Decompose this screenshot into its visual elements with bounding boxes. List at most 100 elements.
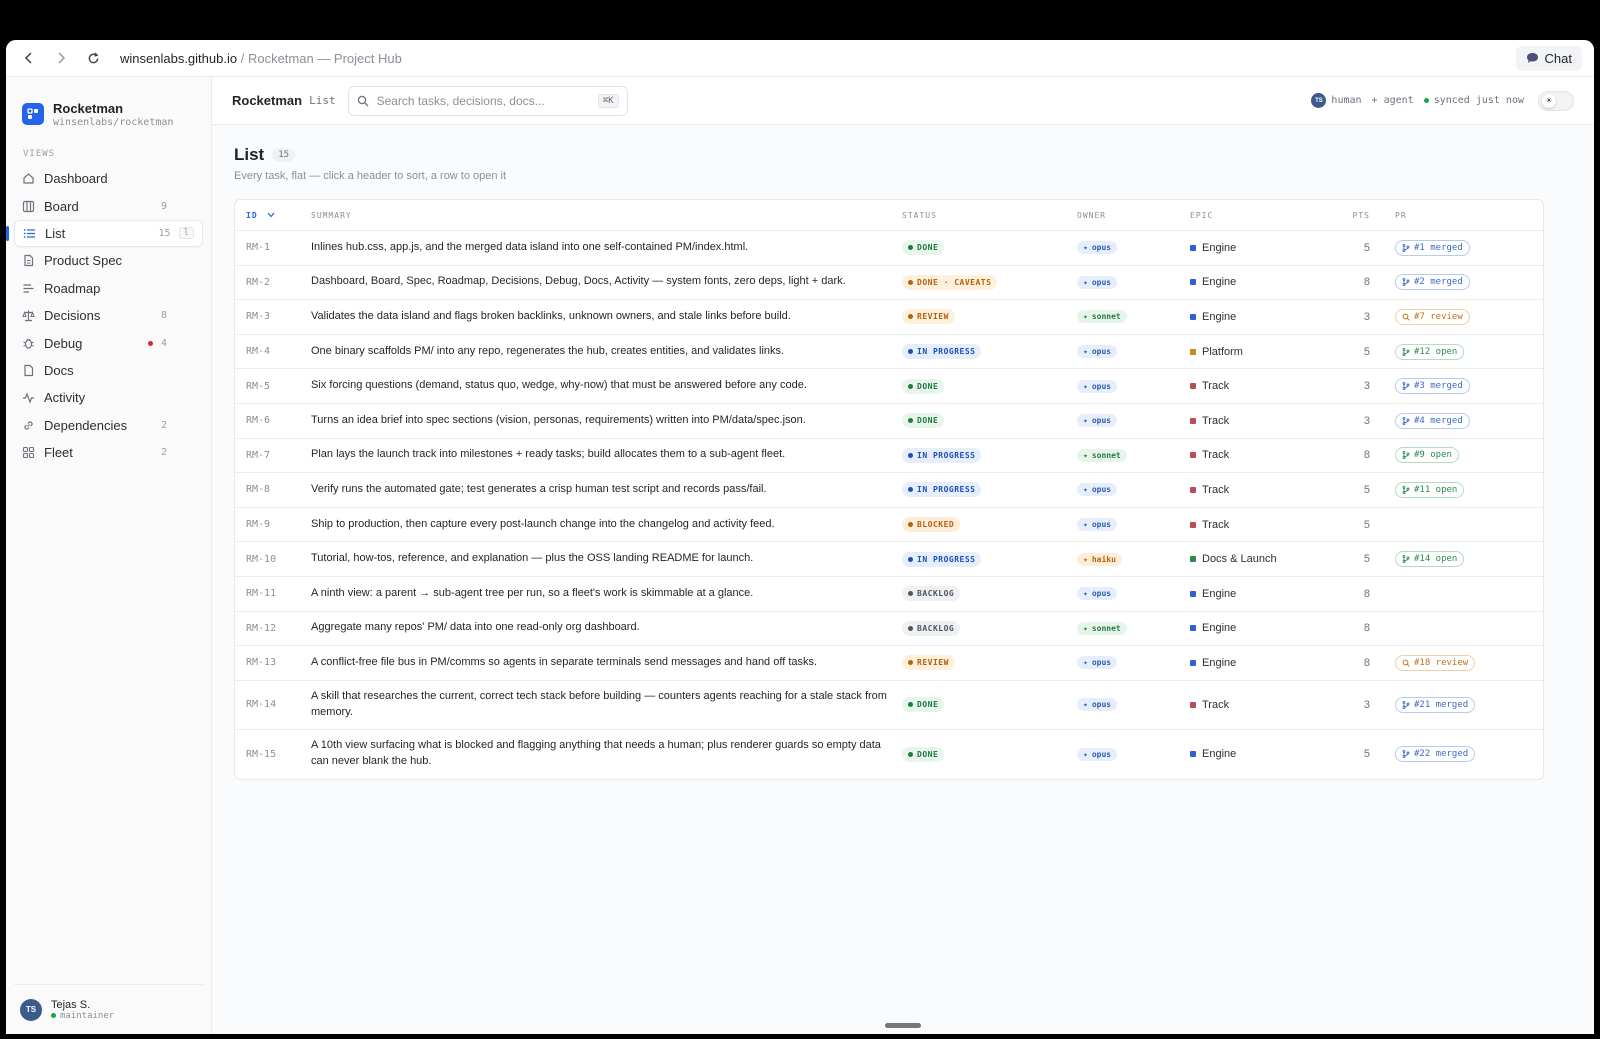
column-header-id[interactable]: ID	[235, 211, 311, 220]
sidebar-item-decisions[interactable]: Decisions 8	[14, 302, 203, 329]
status-badge: DONE	[902, 378, 945, 394]
search-box[interactable]: ⌘K	[347, 85, 628, 116]
table-row[interactable]: RM-6 Turns an idea brief into spec sectio…	[235, 404, 1543, 439]
sidebar-item-board[interactable]: Board 9	[14, 192, 203, 219]
user-profile[interactable]: TS Tejas S. maintainer	[14, 984, 203, 1034]
status-label: IN PROGRESS	[917, 450, 976, 460]
table-row[interactable]: RM-4 One binary scaffolds PM/ into any re…	[235, 335, 1543, 370]
breadcrumb-app[interactable]: Rocketman	[232, 93, 302, 108]
pr-badge[interactable]: #18 review	[1395, 654, 1476, 671]
task-id: RM-3	[246, 311, 271, 323]
epic-tag: Engine	[1190, 276, 1236, 288]
table-row[interactable]: RM-1 Inlines hub.css, app.js, and the mer…	[235, 231, 1543, 266]
sidebar-item-dashboard[interactable]: Dashboard	[14, 165, 203, 192]
address-bar[interactable]: winsenlabs.github.io / Rocketman — Proje…	[120, 51, 402, 66]
pr-cell: #2 merged	[1370, 274, 1500, 291]
column-header-summary[interactable]: SUMMARY	[311, 211, 902, 220]
table-row[interactable]: RM-2 Dashboard, Board, Spec, Roadmap, Dec…	[235, 266, 1543, 301]
sidebar-item-list[interactable]: List 15 l	[6, 219, 203, 248]
pr-badge[interactable]: #14 open	[1395, 551, 1465, 568]
pr-badge[interactable]: #7 review	[1395, 308, 1470, 325]
sidebar-item-activity[interactable]: Activity	[14, 384, 203, 411]
forward-icon[interactable]	[50, 47, 72, 69]
table-row[interactable]: RM-11 A ninth view: a parent → sub-agent …	[235, 577, 1543, 612]
epic-cell: Track	[1190, 380, 1327, 392]
sparkle-icon: ✦	[1083, 243, 1088, 253]
resize-handle[interactable]	[885, 1023, 921, 1028]
sidebar-item-dependencies[interactable]: Dependencies 2	[14, 412, 203, 439]
pr-badge[interactable]: #12 open	[1395, 343, 1465, 360]
reload-icon[interactable]	[82, 47, 104, 69]
theme-toggle[interactable]: ☀	[1538, 90, 1574, 111]
pr-badge[interactable]: #21 merged	[1395, 696, 1476, 713]
epic-tag: Track	[1190, 699, 1229, 711]
owner-label: opus	[1091, 589, 1112, 599]
table-row[interactable]: RM-5 Six forcing questions (demand, statu…	[235, 369, 1543, 404]
sidebar-item-label: Debug	[44, 335, 83, 351]
status-cell: IN PROGRESS	[902, 482, 1077, 498]
task-id: RM-4	[246, 346, 271, 358]
points-value: 5	[1363, 241, 1370, 254]
home-icon	[22, 172, 35, 185]
owner-cell: ✦ sonnet	[1077, 310, 1190, 324]
column-header-pts[interactable]: PTS	[1327, 211, 1370, 220]
column-header-status[interactable]: STATUS	[902, 211, 1077, 220]
task-id: RM-12	[246, 622, 277, 634]
column-header-owner[interactable]: OWNER	[1077, 211, 1190, 220]
task-id: RM-7	[246, 449, 271, 461]
points-value: 3	[1363, 414, 1370, 427]
owner-badge: ✦ opus	[1077, 518, 1118, 532]
owner-cell: ✦ opus	[1077, 275, 1190, 289]
pr-badge[interactable]: #9 open	[1395, 447, 1459, 464]
table-row[interactable]: RM-12 Aggregate many repos' PM/ data into…	[235, 612, 1543, 647]
pr-badge[interactable]: #11 open	[1395, 481, 1465, 498]
status-badge: REVIEW	[902, 655, 955, 671]
breadcrumb-view: List	[309, 94, 336, 107]
table-row[interactable]: RM-8 Verify runs the automated gate; test…	[235, 473, 1543, 508]
task-summary: Inlines hub.css, app.js, and the merged …	[311, 240, 749, 253]
sidebar-item-count: 8	[160, 310, 167, 322]
url-title: Rocketman — Project Hub	[247, 50, 402, 66]
owner-label: opus	[1091, 658, 1112, 668]
pr-badge[interactable]: #1 merged	[1395, 239, 1470, 256]
status-label: DONE	[917, 700, 939, 710]
table-row[interactable]: RM-14 A skill that researches the current…	[235, 681, 1543, 730]
sidebar-item-roadmap[interactable]: Roadmap	[14, 275, 203, 302]
status-badge: BACKLOG	[902, 620, 961, 636]
pr-badge[interactable]: #2 merged	[1395, 274, 1470, 291]
table-row[interactable]: RM-15 A 10th view surfacing what is block…	[235, 730, 1543, 779]
sync-status: synced just now	[1423, 95, 1524, 106]
back-icon[interactable]	[18, 47, 40, 69]
chat-button[interactable]: Chat	[1515, 45, 1582, 71]
sparkle-icon: ✦	[1083, 623, 1088, 633]
pr-badge[interactable]: #4 merged	[1395, 412, 1470, 429]
column-header-epic[interactable]: EPIC	[1190, 211, 1327, 220]
status-cell: DONE	[902, 413, 1077, 429]
table-row[interactable]: RM-10 Tutorial, how-tos, reference, and e…	[235, 542, 1543, 577]
task-summary: Plan lays the launch track into mileston…	[311, 448, 786, 461]
bug-icon	[22, 337, 35, 350]
table-row[interactable]: RM-3 Validates the data island and flags …	[235, 300, 1543, 335]
sidebar-item-product-spec[interactable]: Product Spec	[14, 247, 203, 274]
owner-label: sonnet	[1091, 312, 1121, 322]
brand[interactable]: Rocketman winsenlabs/rocketman	[6, 77, 211, 135]
pr-badge[interactable]: #3 merged	[1395, 378, 1470, 395]
table-row[interactable]: RM-7 Plan lays the launch track into mile…	[235, 439, 1543, 474]
owner-cell: ✦ opus	[1077, 698, 1190, 712]
sidebar-item-fleet[interactable]: Fleet 2	[14, 439, 203, 466]
column-header-pr[interactable]: PR	[1370, 211, 1500, 220]
epic-cell: Engine	[1190, 748, 1327, 760]
search-input[interactable]	[376, 93, 598, 108]
sidebar-item-label: Board	[44, 198, 79, 214]
task-summary: Validates the data island and flags brok…	[311, 310, 791, 323]
pr-label: #9 open	[1414, 450, 1452, 461]
table-body: RM-1 Inlines hub.css, app.js, and the mer…	[235, 231, 1543, 779]
sparkle-icon: ✦	[1083, 658, 1088, 668]
status-label: DONE	[917, 381, 939, 391]
table-row[interactable]: RM-9 Ship to production, then capture eve…	[235, 508, 1543, 543]
sidebar-item-docs[interactable]: Docs	[14, 357, 203, 384]
table-row[interactable]: RM-13 A conflict-free file bus in PM/comm…	[235, 646, 1543, 681]
owner-label: opus	[1091, 520, 1112, 530]
pr-badge[interactable]: #22 merged	[1395, 746, 1476, 763]
sidebar-item-debug[interactable]: Debug 4	[14, 329, 203, 356]
